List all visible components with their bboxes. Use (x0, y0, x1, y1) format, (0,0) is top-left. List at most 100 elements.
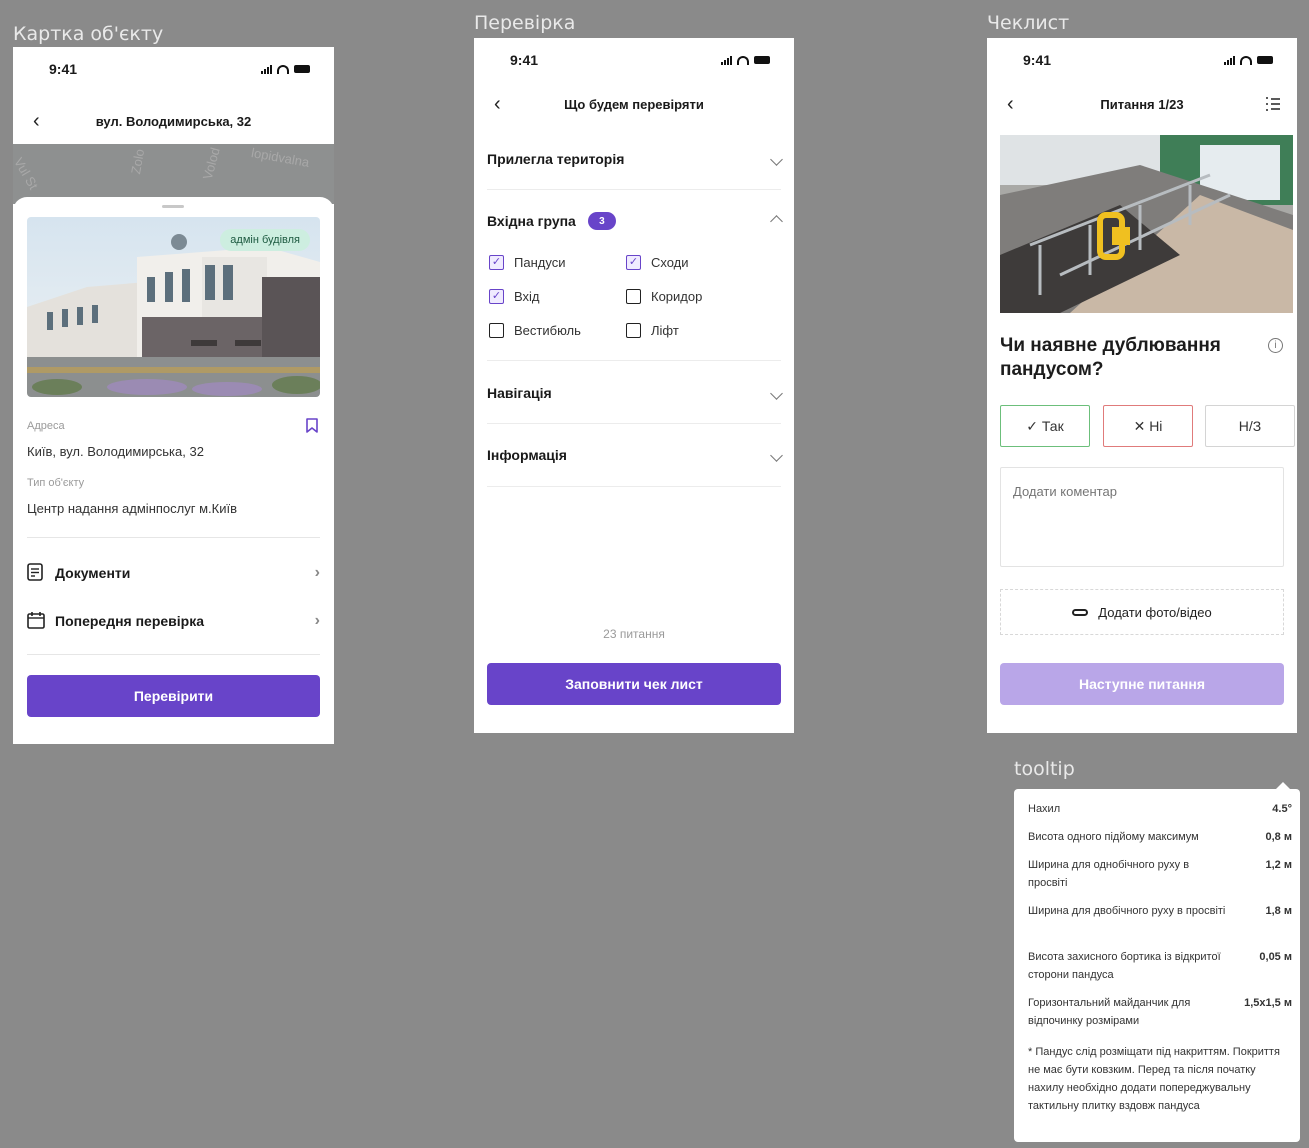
checkbox-checked-icon: ✓ (489, 289, 504, 304)
tooltip-row: Горизонтальний майданчик для відпочинку … (1028, 994, 1292, 1030)
section-title: Навігація (487, 385, 552, 401)
tooltip-row-name: Горизонтальний майданчик для відпочинку … (1028, 997, 1191, 1027)
battery-icon (754, 56, 770, 64)
address-label: Адреса (27, 420, 65, 432)
count-badge: 3 (587, 212, 616, 230)
answer-na-button[interactable]: Н/З (1205, 405, 1295, 447)
tooltip-note: * Пандус слід розміщати під накриттям. П… (1028, 1046, 1280, 1112)
next-question-button[interactable]: Наступне питання (1000, 663, 1284, 705)
wifi-icon (1240, 55, 1252, 65)
checklist-screen: 9:41 ‹ Питання 1/23 Чи наявне дублювання… (987, 38, 1297, 733)
answer-yes-button[interactable]: ✓ Так (1000, 405, 1090, 447)
wifi-icon (277, 64, 289, 74)
info-icon[interactable]: i (1268, 338, 1283, 353)
tooltip-row-value: 1,5х1,5 м (1244, 997, 1292, 1009)
section-entrance[interactable]: Вхідна група 3 (487, 203, 783, 239)
frame-label-checklist: Чеклист (987, 12, 1070, 34)
section-navigation[interactable]: Навігація (487, 375, 783, 411)
checkbox-label: Коридор (651, 289, 703, 304)
signal-icon (721, 55, 732, 65)
checkbox-label: Сходи (651, 255, 689, 270)
previous-check-label: Попередня перевірка (55, 613, 205, 629)
checkbox-elevator[interactable]: Ліфт (626, 323, 679, 338)
map-label: Vul St (13, 154, 42, 193)
question-text: Чи наявне дублювання пандусом? (1000, 335, 1221, 380)
wifi-icon (737, 55, 749, 65)
ramp-photo (1000, 135, 1293, 313)
checkbox-label: Ліфт (651, 323, 679, 338)
divider (487, 360, 781, 361)
checkbox-ramps[interactable]: ✓ Пандуси (489, 255, 565, 270)
object-card-screen: 9:41 ‹ вул. Володимирська, 32 Zolo Volod… (13, 47, 334, 744)
sheet-grabber[interactable] (162, 205, 184, 208)
status-time: 9:41 (1023, 52, 1052, 68)
status-time: 9:41 (49, 61, 78, 77)
checkbox-lobby[interactable]: Вестибюль (489, 323, 581, 338)
tooltip-row-name: Нахил (1028, 803, 1061, 815)
chevron-down-icon (770, 386, 783, 400)
tooltip-row-name: Ширина для однобічного руху в просвіті (1028, 859, 1190, 889)
checkbox-unchecked-icon (626, 323, 641, 338)
checkbox-corridor[interactable]: Коридор (626, 289, 702, 304)
checkbox-label: Вхід (514, 289, 540, 304)
checkbox-checked-icon: ✓ (626, 255, 641, 270)
back-icon[interactable]: ‹ (33, 110, 40, 133)
checkbox-unchecked-icon (626, 289, 641, 304)
section-adjacent[interactable]: Прилегла територія (487, 141, 783, 177)
frame-label-check: Перевірка (474, 12, 576, 34)
tooltip-row-value: 1,2 м (1265, 859, 1293, 871)
status-icons (721, 55, 770, 65)
questions-count: 23 питання (603, 627, 665, 641)
tooltip-row: Нахил 4.5° (1028, 800, 1292, 818)
chevron-up-icon (770, 214, 783, 228)
comment-input[interactable] (1000, 467, 1284, 567)
paperclip-icon (1072, 608, 1089, 616)
battery-icon (294, 65, 310, 73)
frame-label-object-card: Картка об'єкту (13, 23, 164, 45)
tooltip-row-name: Висота захисного бортика із відкритої ст… (1028, 951, 1221, 981)
status-icons (261, 64, 310, 74)
answer-no-button[interactable]: ✕ Ні (1103, 405, 1193, 447)
type-value: Центр надання адмінпослуг м.Київ (27, 501, 237, 516)
nav-bar: ‹ вул. Володимирська, 32 (13, 103, 334, 139)
fill-checklist-button[interactable]: Заповнити чек лист (487, 663, 781, 705)
nav-title: вул. Володимирська, 32 (95, 113, 252, 129)
calendar-icon (27, 611, 49, 632)
section-information[interactable]: Інформація (487, 437, 783, 473)
building-type-tag: адмін будівля (220, 229, 310, 251)
back-icon[interactable]: ‹ (1007, 93, 1014, 116)
status-bar: 9:41 (987, 38, 1297, 82)
tooltip-row-value: 0,05 м (1259, 951, 1292, 963)
map-label: lopidvalna (250, 145, 311, 170)
documents-row[interactable]: Документи › (27, 559, 320, 587)
address-value: Київ, вул. Володимирська, 32 (27, 444, 204, 459)
divider (487, 189, 781, 190)
tooltip-row: Ширина для однобічного руху в просвіті 1… (1028, 856, 1292, 892)
checkbox-checked-icon: ✓ (489, 255, 504, 270)
status-time: 9:41 (510, 52, 539, 68)
nav-bar: ‹ Питання 1/23 (987, 86, 1297, 122)
tooltip-row: Висота захисного бортика із відкритої ст… (1028, 948, 1292, 984)
back-icon[interactable]: ‹ (494, 93, 501, 116)
attach-media-button[interactable]: Додати фото/відео (1000, 589, 1284, 635)
checkbox-stairs[interactable]: ✓ Сходи (626, 255, 689, 270)
list-icon[interactable] (1265, 96, 1281, 115)
check-button[interactable]: Перевірити (27, 675, 320, 717)
tooltip-panel: Нахил 4.5° Висота одного підйому максиму… (1014, 782, 1300, 1142)
bookmark-icon[interactable] (306, 418, 318, 433)
chevron-down-icon (770, 448, 783, 462)
tooltip-row-value: 4.5° (1272, 803, 1292, 815)
attach-label: Додати фото/відео (1098, 604, 1212, 620)
document-icon (27, 562, 49, 584)
map-view[interactable]: Zolo Volod Vul St lopidvalna (13, 144, 334, 204)
signal-icon (1224, 55, 1235, 65)
checkbox-entrance[interactable]: ✓ Вхід (489, 289, 540, 304)
nav-bar: ‹ Що будем перевіряти (474, 86, 794, 122)
tooltip-row-value: 0,8 м (1265, 831, 1293, 843)
status-bar: 9:41 (13, 47, 334, 91)
map-label: Volod (199, 145, 223, 182)
type-label: Тип об'єкту (27, 477, 85, 489)
status-bar: 9:41 (474, 38, 794, 82)
previous-check-row[interactable]: Попередня перевірка › (27, 607, 320, 635)
nav-title: Питання 1/23 (1100, 96, 1184, 112)
